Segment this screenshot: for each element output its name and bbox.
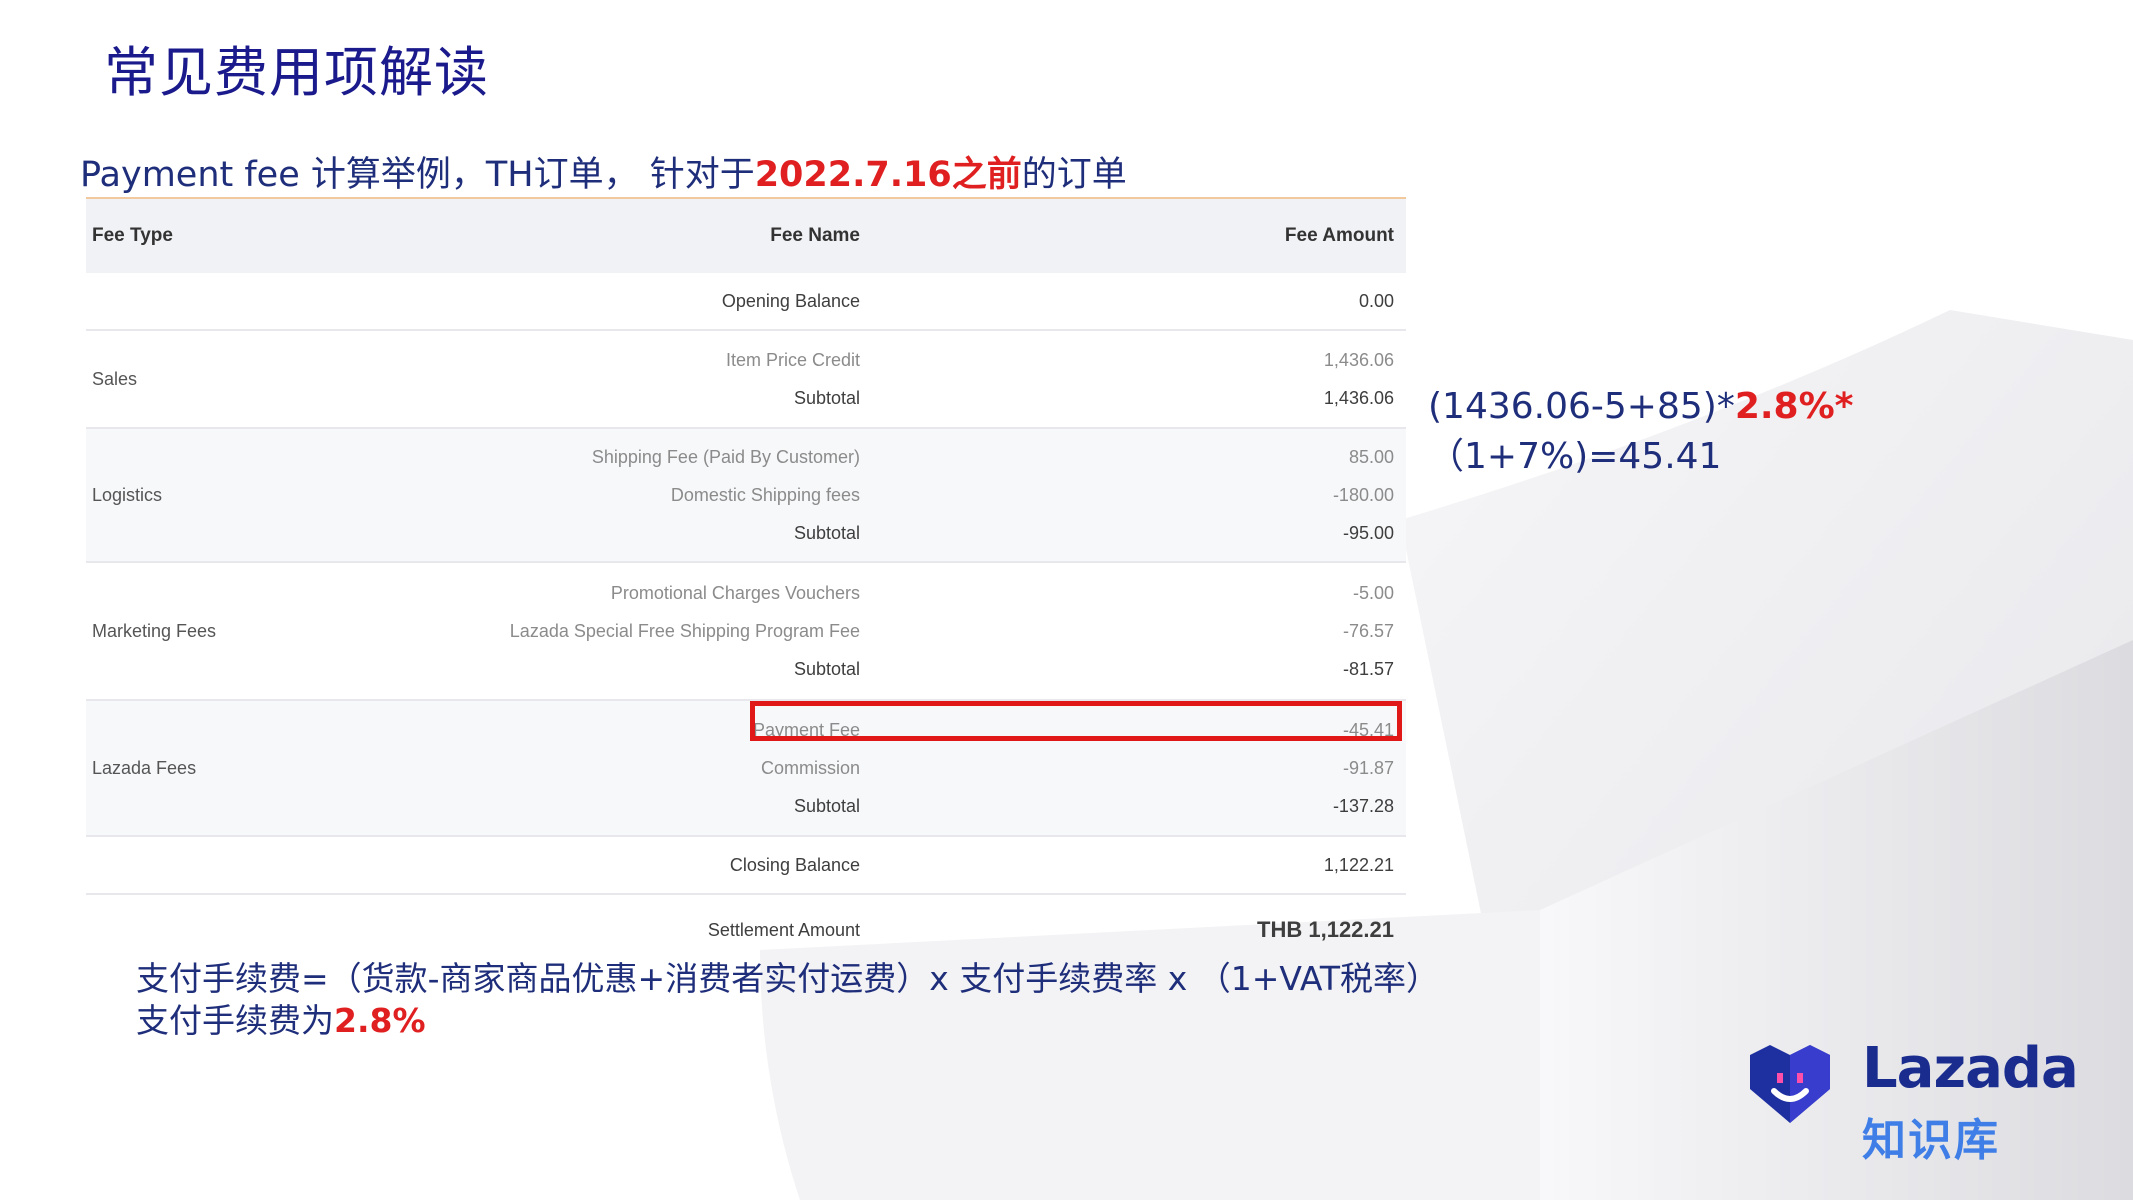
fee-name: Closing Balance [729,854,860,875]
fee-name: Subtotal [793,387,860,408]
fee-name: Subtotal [793,522,860,543]
formula-prefix: (1436.06-5+85)* [1428,386,1735,427]
payment-fee-formula: (1436.06-5+85)*2.8%* （1+7%)=45.41 [1428,386,2133,479]
fee-name: Promotional Charges Vouchers [610,582,860,603]
fee-rate-line: 支付手续费为2.8% [136,1000,1439,1042]
fee-amount: 0.00 [1358,290,1394,311]
page-title: 常见费用项解读 [104,41,489,104]
header-fee-type: Fee Type [92,225,173,246]
fee-type-label: Lazada Fees [92,757,197,778]
row-closing-balance: Closing Balance 1,122.21 [86,837,1406,895]
formula-rate-highlight: 2.8%* [1734,386,1854,427]
row-settlement-amount: Settlement Amount THB 1,122.21 [86,895,1406,965]
row-opening-balance: Opening Balance 0.00 [86,273,1406,331]
fee-name: Commission [760,757,860,778]
header-fee-name: Fee Name [770,225,860,246]
fee-name: Lazada Special Free Shipping Program Fee [509,620,860,641]
logo-brand-sub: 知识库 [1862,1115,2000,1166]
subtitle-suffix: 的订单 [1021,155,1127,195]
group-logistics: Logistics Shipping Fee (Paid By Customer… [86,429,1406,563]
fee-amount: -81.57 [1342,658,1394,679]
logo-brand-name: Lazada [1862,1036,2079,1101]
subtitle-prefix: Payment fee 计算举例，TH订单， 针对于 [80,155,755,195]
fee-amount: -91.87 [1342,757,1394,778]
fee-amount: 85.00 [1348,446,1394,467]
subtitle-date-highlight: 2022.7.16之前 [754,155,1022,195]
fee-amount: -180.00 [1332,484,1394,505]
fee-amount: -76.57 [1342,620,1394,641]
fee-type-label: Sales [92,368,138,389]
fee-notes: 支付手续费=（货款-商家商品优惠+消费者实付运费）x 支付手续费率 x （1+V… [136,958,1439,1042]
group-sales: Sales Item Price Credit 1,436.06 Subtotal… [86,331,1406,429]
payment-fee-highlight-box [750,701,1402,741]
group-marketing-fees: Marketing Fees Promotional Charges Vouch… [86,563,1406,701]
table-header: Fee Type Fee Name Fee Amount [86,199,1406,273]
fee-amount: 1,436.06 [1323,349,1394,370]
fee-rate-highlight: 2.8% [334,1001,426,1040]
fee-amount: 1,436.06 [1323,387,1394,408]
fee-type-label: Marketing Fees [92,620,217,641]
fee-amount: -5.00 [1352,582,1394,603]
fee-name: Domestic Shipping fees [670,484,860,505]
fee-amount: -137.28 [1332,795,1394,816]
fee-name: Shipping Fee (Paid By Customer) [591,446,860,467]
fee-name: Subtotal [793,658,860,679]
fee-definition-line: 支付手续费=（货款-商家商品优惠+消费者实付运费）x 支付手续费率 x （1+V… [136,959,1440,998]
fee-table: Fee Type Fee Name Fee Amount Opening Bal… [86,197,1406,965]
settlement-amount-value: THB 1,122.21 [1257,917,1394,942]
fee-amount: -95.00 [1342,522,1394,543]
fee-name: Subtotal [793,795,860,816]
fee-name: Settlement Amount [707,919,860,940]
fee-amount: 1,122.21 [1323,854,1394,875]
header-fee-amount: Fee Amount [1284,225,1394,246]
subtitle: Payment fee 计算举例，TH订单， 针对于2022.7.16之前的订单 [80,146,1127,197]
fee-name: Item Price Credit [725,349,860,370]
lazada-logo: Lazada 知识库 [1742,1036,2079,1166]
lazada-heart-icon [1750,1045,1830,1123]
fee-rate-prefix: 支付手续费为 [136,1001,334,1040]
formula-suffix: （1+7%)=45.41 [1428,436,1722,477]
fee-type-label: Logistics [92,484,163,505]
fee-name: Opening Balance [721,290,860,311]
